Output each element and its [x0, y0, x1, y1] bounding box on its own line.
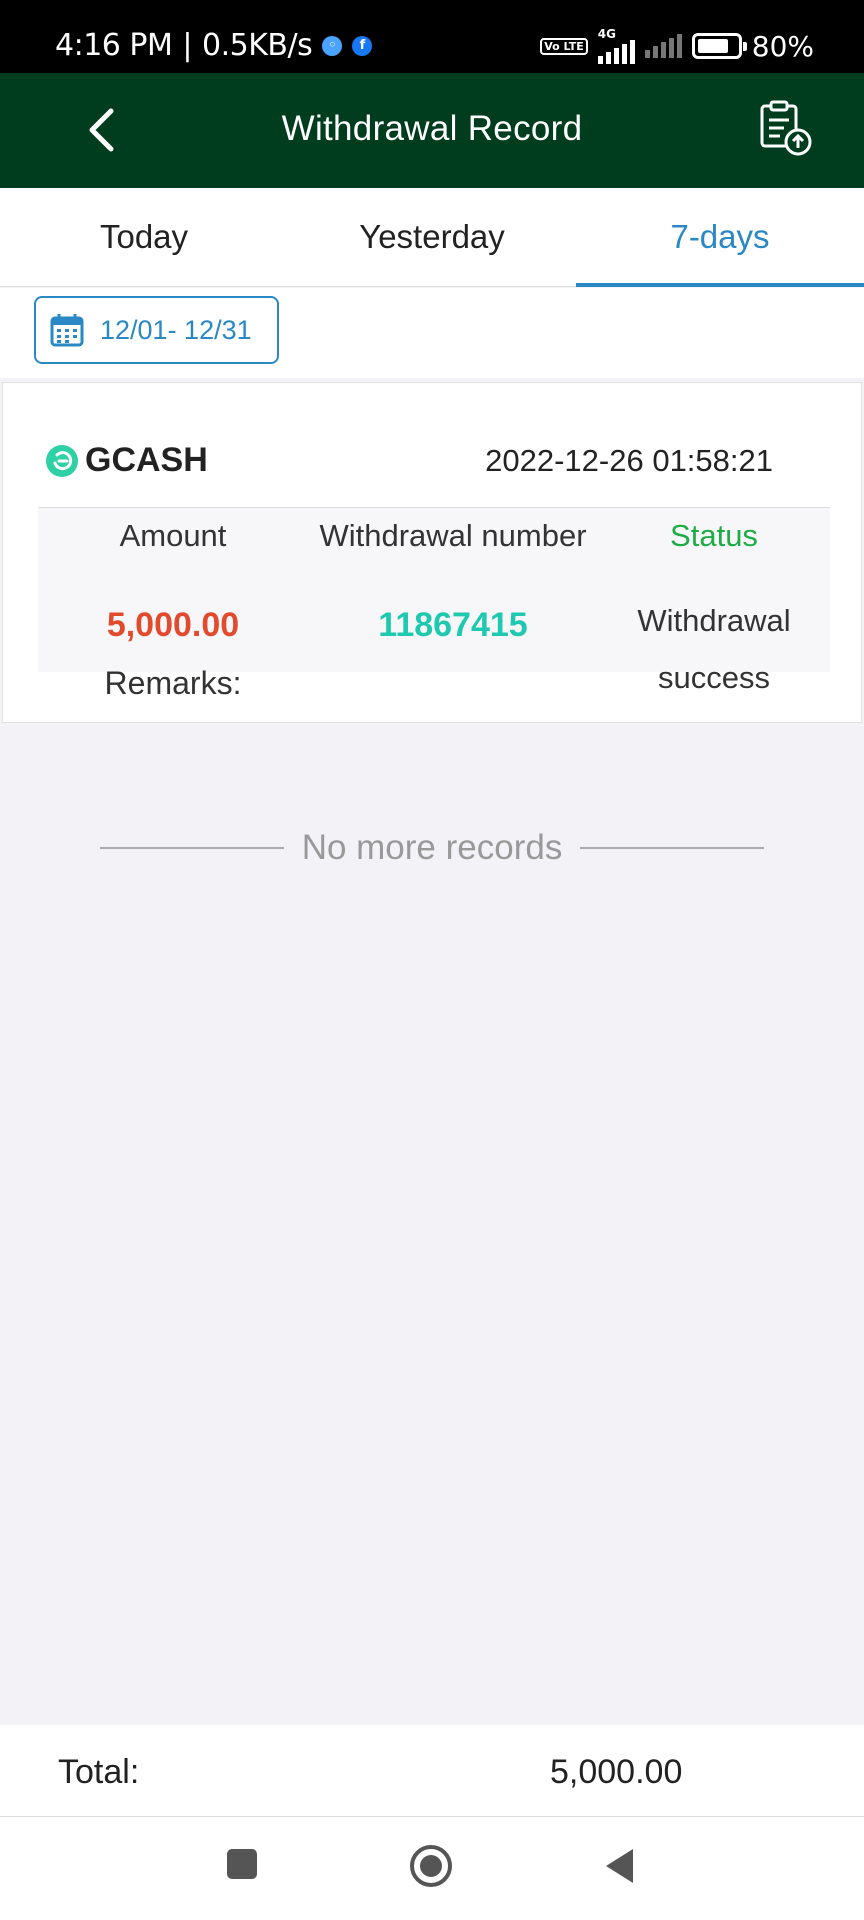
- no-more-text: No more records: [301, 828, 563, 867]
- status-header: Status: [670, 518, 758, 553]
- total-bar: Total: 5,000.00: [0, 1725, 864, 1817]
- period-tabs: Today Yesterday 7-days: [0, 188, 864, 287]
- total-label: Total:: [58, 1753, 140, 1791]
- date-range-button[interactable]: 12/01- 12/31: [34, 296, 279, 364]
- no-more-records: No more records: [100, 826, 765, 870]
- square-icon: [227, 1849, 257, 1879]
- amount-value: 5,000.00: [106, 606, 240, 644]
- status-time: 4:16 PM: [55, 28, 173, 63]
- status-bar: 4:16 PM | 0.5KB/s ◦ f Vo LTE 4G 80%: [0, 0, 864, 73]
- facebook-icon: f: [352, 35, 373, 56]
- status-speed: 0.5KB/s: [202, 28, 313, 63]
- filter-bar: 12/01- 12/31: [0, 288, 864, 378]
- signal-2-icon: [644, 34, 682, 58]
- messenger-icon: ◦: [322, 35, 343, 56]
- withdrawal-record-card[interactable]: GCASH 2022-12-26 01:58:21 Amount Withdra…: [2, 382, 862, 723]
- volte-icon: Vo LTE: [540, 37, 588, 55]
- record-button[interactable]: [754, 98, 814, 158]
- calendar-icon: [50, 314, 84, 347]
- provider-name: GCASH: [85, 441, 208, 479]
- battery-percent: 80%: [751, 29, 814, 63]
- withdrawal-number-header: Withdrawal number: [319, 518, 587, 553]
- divider: [100, 847, 284, 849]
- circle-icon: [410, 1845, 452, 1887]
- system-nav-bar: [0, 1817, 864, 1920]
- tab-today[interactable]: Today: [0, 188, 288, 286]
- signal-icon: [597, 40, 635, 64]
- amount-header: Amount: [119, 518, 227, 553]
- header: Withdrawal Record: [0, 73, 864, 188]
- back-nav-button[interactable]: [603, 1847, 637, 1890]
- page-title: Withdrawal Record: [281, 109, 583, 148]
- status-value: Withdrawal success: [637, 603, 791, 695]
- triangle-back-icon: [606, 1849, 633, 1883]
- record-datetime: 2022-12-26 01:58:21: [485, 443, 773, 478]
- date-range-label: 12/01- 12/31: [100, 314, 252, 345]
- tab-yesterday[interactable]: Yesterday: [288, 188, 576, 286]
- home-button[interactable]: [408, 1843, 454, 1894]
- withdrawal-number-value: 11867415: [378, 606, 528, 644]
- network-type: 4G: [597, 27, 616, 41]
- recents-button[interactable]: [225, 1847, 259, 1886]
- record-details: Amount Withdrawal number Status 5,000.00…: [38, 507, 830, 695]
- clipboard-upload-icon: [760, 100, 812, 156]
- tab-7-days[interactable]: 7-days: [576, 188, 864, 287]
- remarks-label: Remarks:: [104, 665, 242, 701]
- divider: [580, 847, 765, 849]
- battery-icon: [691, 33, 747, 59]
- gcash-icon: [46, 444, 78, 477]
- total-value: 5,000.00: [550, 1753, 683, 1791]
